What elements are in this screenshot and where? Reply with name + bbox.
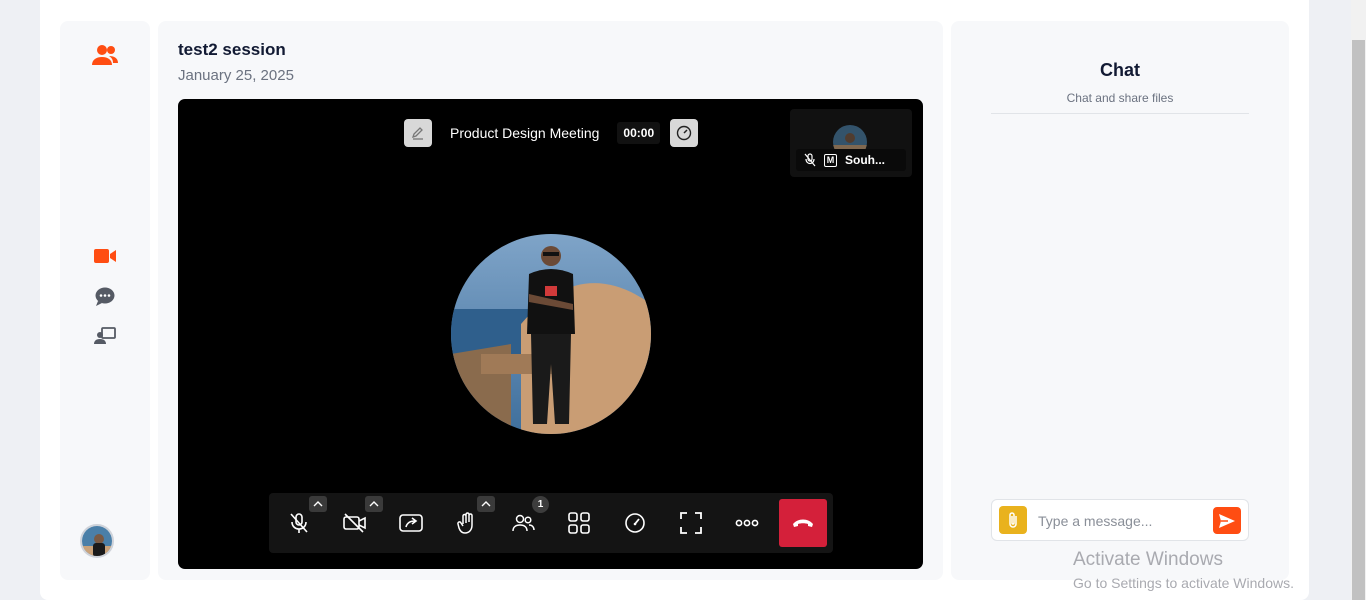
meeting-top-bar: Product Design Meeting 00:00	[404, 119, 699, 147]
chat-bubble-icon[interactable]	[90, 281, 120, 311]
attach-file-button[interactable]	[999, 506, 1027, 534]
main-panel: test2 session January 25, 2025 Product D…	[158, 21, 943, 580]
chat-panel: Chat Chat and share files	[951, 21, 1289, 580]
moderator-badge: M	[824, 153, 837, 167]
meeting-name: Product Design Meeting	[450, 125, 600, 141]
sidebar	[60, 21, 150, 580]
session-date: January 25, 2025	[178, 67, 294, 84]
session-title: test2 session	[178, 40, 286, 59]
participants-count-badge: 1	[532, 496, 549, 513]
edit-icon[interactable]	[404, 119, 432, 147]
mic-muted-icon	[804, 153, 816, 167]
share-screen-icon[interactable]	[391, 503, 431, 543]
chat-title: Chat	[1100, 60, 1140, 80]
fullscreen-icon[interactable]	[671, 503, 711, 543]
page-scrollbar[interactable]	[1351, 0, 1366, 600]
watermark-title: Activate Windows	[1073, 549, 1223, 570]
meeting-timer: 00:00	[617, 122, 661, 144]
thumbnail-status-bar: M Souh...	[796, 149, 906, 171]
send-button[interactable]	[1213, 507, 1241, 534]
watermark-subtitle: Go to Settings to activate Windows.	[1073, 575, 1294, 591]
hangup-button[interactable]	[779, 499, 827, 547]
users-icon[interactable]	[90, 40, 120, 70]
participant-avatar	[451, 234, 651, 434]
performance-settings-icon[interactable]	[670, 119, 699, 147]
video-camera-icon[interactable]	[90, 241, 120, 271]
send-icon	[1219, 513, 1235, 528]
camera-options-caret-icon[interactable]	[365, 496, 383, 512]
more-icon[interactable]	[727, 503, 767, 543]
performance-icon[interactable]	[615, 503, 655, 543]
call-toolbar: 1	[269, 493, 833, 553]
paperclip-icon	[1009, 512, 1017, 528]
chat-message-input[interactable]	[1038, 510, 1198, 532]
scrollbar-thumb[interactable]	[1352, 40, 1365, 600]
video-stage: Product Design Meeting 00:00 M Souh... 1	[178, 99, 923, 569]
chat-divider	[991, 113, 1249, 114]
participant-name: Souh...	[845, 153, 885, 167]
chat-input-box	[991, 499, 1249, 541]
participant-thumbnail[interactable]: M Souh...	[790, 109, 912, 177]
avatar[interactable]	[80, 524, 114, 558]
chat-subtitle: Chat and share files	[1066, 91, 1174, 105]
grid-view-icon[interactable]	[559, 503, 599, 543]
hand-options-caret-icon[interactable]	[477, 496, 495, 512]
mic-options-caret-icon[interactable]	[309, 496, 327, 512]
windows-watermark: Activate Windows Go to Settings to activ…	[1073, 549, 1294, 591]
hangup-icon	[793, 519, 813, 527]
screen-share-icon[interactable]	[90, 321, 120, 351]
